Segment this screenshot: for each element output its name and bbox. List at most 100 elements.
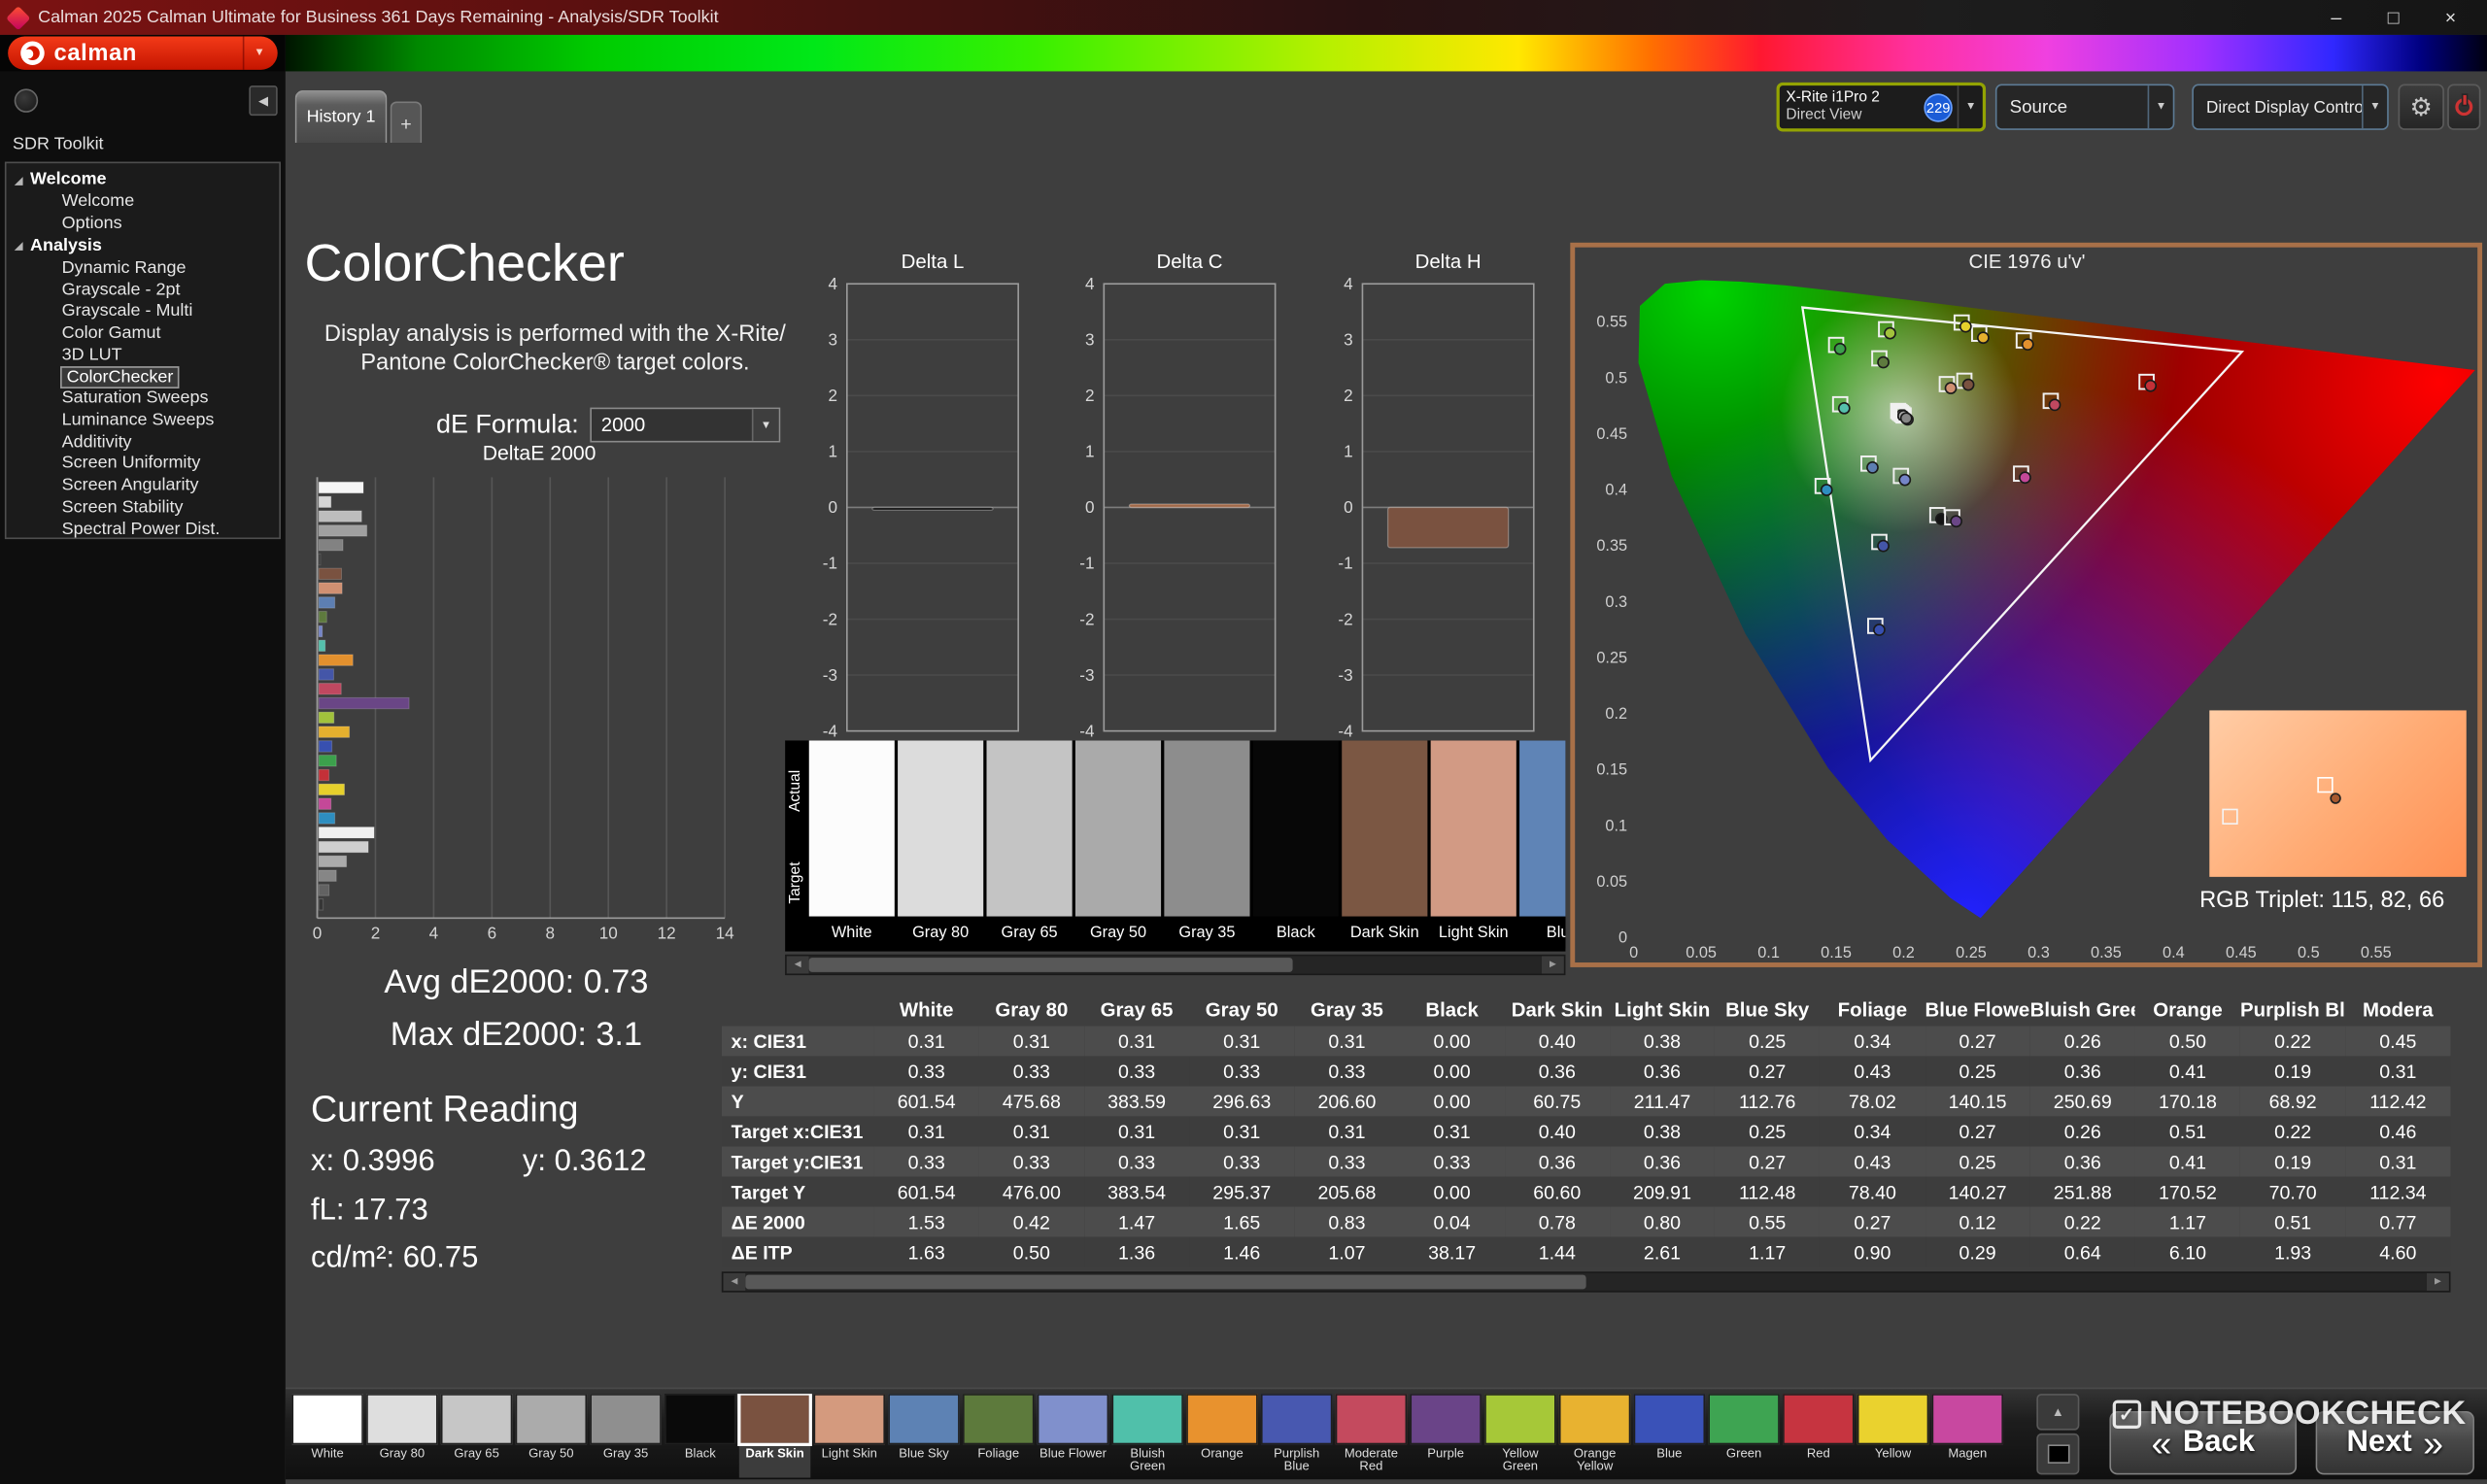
sidebar-item-colorchecker[interactable]: ColorChecker xyxy=(60,366,180,388)
table-cell: 0.90 xyxy=(1820,1236,1925,1266)
swatch-button-light-skin[interactable]: Light Skin xyxy=(814,1394,885,1478)
sidebar-item-3d-lut[interactable]: 3D LUT xyxy=(7,344,280,365)
swatch-button-purplish-blue[interactable]: Purplish Blue xyxy=(1261,1394,1332,1478)
swatch-button-gray-65[interactable]: Gray 65 xyxy=(441,1394,512,1478)
sidebar-item-spectral-power-dist[interactable]: Spectral Power Dist. xyxy=(7,519,280,539)
scroll-right-arrow[interactable]: ► xyxy=(2427,1273,2449,1291)
scrollbar-track[interactable] xyxy=(745,1273,2427,1291)
sidebar-item-dynamic-range[interactable]: Dynamic Range xyxy=(7,257,280,279)
swatch-button-purple[interactable]: Purple xyxy=(1410,1394,1481,1478)
add-tab-button[interactable]: + xyxy=(391,101,423,142)
meter-dropdown-caret-icon[interactable]: ▼ xyxy=(1958,85,1976,128)
scrollbar-thumb[interactable] xyxy=(809,958,1293,972)
source-dropdown[interactable]: Source ▼ xyxy=(1995,84,2174,130)
de-formula-select[interactable]: 2000 ▼ xyxy=(590,408,780,443)
swatch-button-magen[interactable]: Magen xyxy=(1932,1394,2003,1478)
swatch-button-white[interactable]: White xyxy=(291,1394,362,1478)
sidebar-item-luminance-sweeps[interactable]: Luminance Sweeps xyxy=(7,410,280,431)
sidebar-item-grayscale-2pt[interactable]: Grayscale - 2pt xyxy=(7,279,280,300)
tab-history-1[interactable]: History 1 xyxy=(295,90,388,143)
expand-icon[interactable]: ◢ xyxy=(15,172,23,191)
sidebar-item-screen-angularity[interactable]: Screen Angularity xyxy=(7,475,280,496)
sidebar-item-saturation-sweeps[interactable]: Saturation Sweeps xyxy=(7,388,280,410)
scrollbar-track[interactable] xyxy=(809,956,1542,973)
svg-text:0.3: 0.3 xyxy=(1605,593,1627,611)
table-cell: 0.00 xyxy=(1400,1056,1505,1086)
swatch-scroll-up-button[interactable]: ▲ xyxy=(2036,1394,2079,1431)
avg-de2000-stat: Avg dE2000: 0.73 xyxy=(330,964,703,1002)
swatch-button-gray-35[interactable]: Gray 35 xyxy=(590,1394,661,1478)
swatch-button-blue-sky[interactable]: Blue Sky xyxy=(888,1394,959,1478)
blackout-button[interactable] xyxy=(2036,1433,2079,1474)
svg-text:10: 10 xyxy=(599,924,618,943)
table-cell: 0.33 xyxy=(874,1146,979,1176)
table-cell: 0.25 xyxy=(1925,1056,2029,1086)
table-cell: 0.31 xyxy=(1400,1116,1505,1146)
display-control-caret-icon[interactable]: ▼ xyxy=(2362,85,2387,128)
close-button[interactable]: × xyxy=(2424,2,2478,34)
expand-icon[interactable]: ◢ xyxy=(15,239,23,258)
power-button[interactable] xyxy=(2447,84,2480,130)
swatch-button-yellow-green[interactable]: Yellow Green xyxy=(1484,1394,1555,1478)
swatch-button-blue-flower[interactable]: Blue Flower xyxy=(1038,1394,1108,1478)
column-header-gray-65: Gray 65 xyxy=(1084,995,1189,1027)
scroll-left-arrow[interactable]: ◄ xyxy=(787,956,809,973)
svg-text:0: 0 xyxy=(313,924,323,943)
actual-row-label: Actual xyxy=(787,747,804,835)
patch-measured-marker-icon xyxy=(2330,793,2340,803)
scrollbar-thumb[interactable] xyxy=(745,1275,1585,1290)
scroll-right-arrow[interactable]: ► xyxy=(1542,956,1564,973)
workflow-icon[interactable] xyxy=(15,88,38,112)
swatch-button-dark-skin[interactable]: Dark Skin xyxy=(739,1394,810,1478)
swatch-color xyxy=(814,1394,885,1444)
swatch-button-orange[interactable]: Orange xyxy=(1186,1394,1257,1478)
swatch-button-gray-50[interactable]: Gray 50 xyxy=(516,1394,587,1478)
sidebar-item-additivity[interactable]: Additivity xyxy=(7,431,280,453)
table-cell: 60.75 xyxy=(1505,1086,1610,1116)
column-header-dark-skin: Dark Skin xyxy=(1505,995,1610,1027)
minimize-button[interactable]: – xyxy=(2309,2,2364,34)
meter-selector[interactable]: X-Rite i1Pro 2 Direct View 229 ▼ xyxy=(1777,83,1987,132)
swatch-button-green[interactable]: Green xyxy=(1708,1394,1779,1478)
patch-strip-scrollbar[interactable]: ◄ ► xyxy=(785,955,1565,975)
next-button[interactable]: Next » xyxy=(2316,1411,2474,1474)
maximize-button[interactable]: □ xyxy=(2367,2,2421,34)
sidebar-item-screen-stability[interactable]: Screen Stability xyxy=(7,496,280,518)
table-cell: 0.27 xyxy=(1715,1146,1820,1176)
settings-button[interactable]: ⚙ xyxy=(2399,84,2444,130)
swatch-button-orange-yellow[interactable]: Orange Yellow xyxy=(1559,1394,1630,1478)
swatch-button-bluish-green[interactable]: Bluish Green xyxy=(1111,1394,1182,1478)
swatch-button-yellow[interactable]: Yellow xyxy=(1857,1394,1928,1478)
swatch-button-red[interactable]: Red xyxy=(1783,1394,1854,1478)
scroll-left-arrow[interactable]: ◄ xyxy=(723,1273,745,1291)
sidebar-item-options[interactable]: Options xyxy=(7,213,280,234)
table-cell: 1.65 xyxy=(1189,1206,1294,1236)
table-row-y-cie31: y: CIE310.330.330.330.330.330.000.360.36… xyxy=(722,1056,2451,1086)
sidebar-item-grayscale-multi[interactable]: Grayscale - Multi xyxy=(7,301,280,322)
delta-l-chart-svg: Delta L-4-3-2-101234 xyxy=(793,246,1031,753)
source-dropdown-caret-icon[interactable]: ▼ xyxy=(2148,85,2173,128)
sidebar-item-screen-uniformity[interactable]: Screen Uniformity xyxy=(7,454,280,475)
display-control-dropdown[interactable]: Direct Display Control ▼ xyxy=(2192,84,2388,130)
tree-group-analysis[interactable]: ◢Analysis xyxy=(7,234,280,257)
de-formula-caret-icon[interactable]: ▼ xyxy=(752,409,779,441)
table-cell: 0.27 xyxy=(1925,1116,2029,1146)
deltae-2000-chart: DeltaE 200002468101214 xyxy=(301,439,748,963)
row-label: ΔE 2000 xyxy=(722,1206,874,1236)
svg-text:0.05: 0.05 xyxy=(1596,873,1627,891)
results-table-scrollbar[interactable]: ◄ ► xyxy=(722,1271,2451,1292)
svg-text:0: 0 xyxy=(1629,944,1638,961)
swatch-button-foliage[interactable]: Foliage xyxy=(963,1394,1034,1478)
swatch-button-black[interactable]: Black xyxy=(664,1394,735,1478)
swatch-button-gray-80[interactable]: Gray 80 xyxy=(366,1394,437,1478)
back-button[interactable]: « Back xyxy=(2109,1411,2297,1474)
svg-text:-2: -2 xyxy=(1338,609,1352,628)
calman-logo-button[interactable]: calman ▼ xyxy=(8,37,278,70)
sidebar-item-welcome[interactable]: Welcome xyxy=(7,191,280,213)
logo-menu-caret-icon[interactable]: ▼ xyxy=(243,37,265,70)
sidebar-collapse-button[interactable]: ◀ xyxy=(249,85,277,116)
sidebar-item-color-gamut[interactable]: Color Gamut xyxy=(7,322,280,344)
swatch-button-blue[interactable]: Blue xyxy=(1634,1394,1705,1478)
swatch-button-moderate-red[interactable]: Moderate Red xyxy=(1336,1394,1407,1478)
tree-group-welcome[interactable]: ◢Welcome xyxy=(7,168,280,191)
